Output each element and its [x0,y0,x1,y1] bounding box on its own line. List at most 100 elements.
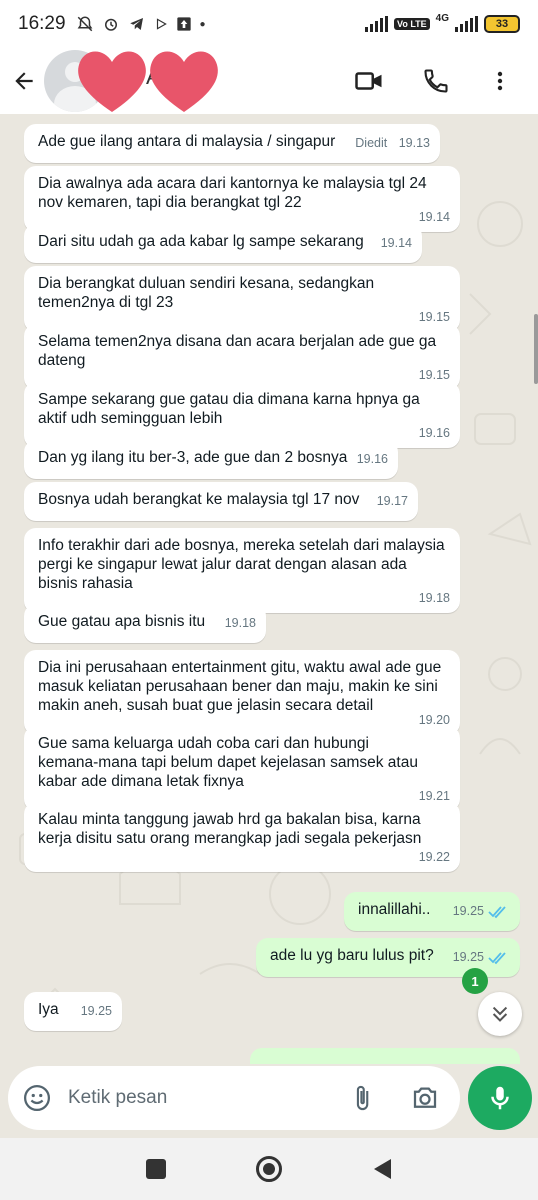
mute-bell-icon [77,16,92,32]
phone-icon[interactable] [422,67,450,95]
message-bubble[interactable]: Info terakhir dari ade bosnya, mereka se… [24,528,460,613]
message-bubble[interactable]: Dia berangkat duluan sendiri kesana, sed… [24,266,460,332]
dot-icon: ● [199,18,206,30]
message-text: Ade gue ilang antara di malaysia / singa… [38,133,336,150]
message-text: ade lu yg baru lulus pit? [270,947,434,964]
message-meta: 19.18 [225,614,256,633]
message-text: Selama temen2nya disana dan acara berjal… [38,333,437,369]
mic-icon [491,1086,509,1110]
upload-icon [176,17,191,31]
message-time: 19.18 [418,591,450,605]
message-text: Info terakhir dari ade bosnya, mereka se… [38,537,445,592]
camera-icon[interactable] [410,1083,440,1113]
message-bubble[interactable]: Dari situ udah ga ada kabar lg sampe sek… [24,224,422,263]
chat-area[interactable]: Ade gue ilang antara di malaysia / singa… [0,114,538,1064]
message-bubble[interactable]: Dia ini perusahaan entertainment gitu, w… [24,650,460,735]
scrollbar[interactable] [534,314,538,384]
message-input-box[interactable] [8,1066,460,1130]
volte-badge: Vo LTE [393,18,430,30]
home-button[interactable] [249,1149,289,1189]
square-icon [146,1159,167,1179]
status-bar: 16:29 ● Vo LTE 4G 33 [0,0,538,48]
message-text: innalillahi.. [358,901,431,918]
heart-stickers-icon [78,51,218,112]
read-ticks-icon [488,951,506,964]
message-bubble[interactable]: Dan yg ilang itu ber-3, ade gue dan 2 bo… [24,440,398,479]
telegram-icon [129,18,143,30]
message-time: 19.25 [452,950,484,964]
message-meta: 19.25 [81,1002,112,1021]
more-vert-icon[interactable] [488,67,512,95]
back-nav-button[interactable] [362,1149,402,1189]
recents-button[interactable] [136,1149,176,1189]
message-text: Gue sama keluarga udah coba cari dan hub… [38,735,418,790]
message-text: Gue gatau apa bisnis itu [38,613,206,630]
message-meta: Diedit 19.13 [355,134,430,153]
circle-icon [255,1156,282,1182]
unread-count-badge: 1 [462,968,488,994]
message-time: 19.22 [418,850,450,864]
message-time: 19.14 [380,236,412,250]
emoji-icon[interactable] [22,1083,52,1113]
triangle-back-icon [373,1159,391,1179]
back-arrow-icon [15,72,33,90]
message-bubble-outgoing[interactable]: innalillahi.. 19.25 [344,892,520,931]
message-text: Dan yg ilang itu ber-3, ade gue dan 2 bo… [38,449,348,466]
message-time: 19.14 [418,210,450,224]
message-bubble-outgoing-partial[interactable] [250,1048,520,1064]
message-bubble[interactable]: Selama temen2nya disana dan acara berjal… [24,324,460,390]
status-time: 16:29 [18,13,66,34]
message-time: 19.25 [452,904,484,918]
message-text: Iya [38,1001,59,1018]
status-right: Vo LTE 4G 33 [364,12,520,33]
message-bubble[interactable]: Gue gatau apa bisnis itu 19.18 [24,604,266,643]
alarm-icon [104,18,117,31]
input-actions [348,1083,446,1113]
message-text: Dia berangkat duluan sendiri kesana, sed… [38,275,375,311]
message-bubble[interactable]: Dia awalnya ada acara dari kantornya ke … [24,166,460,232]
message-bubble[interactable]: Gue sama keluarga udah coba cari dan hub… [24,726,460,811]
message-meta: 19.25 [453,948,510,967]
battery-icon: 33 [484,15,520,33]
message-bubble[interactable]: Iya 19.25 [24,992,122,1031]
scroll-to-bottom-button[interactable] [478,992,522,1036]
composer [0,1064,538,1138]
message-meta: 19.14 [381,234,412,253]
play-icon [156,18,167,30]
message-time: 19.18 [224,616,256,630]
message-meta: 19.16 [357,450,388,469]
double-chevron-down-icon [492,1006,508,1022]
message-time: 19.17 [376,494,408,508]
message-meta: 19.18 [419,589,450,608]
message-text: Dia ini perusahaan entertainment gitu, w… [38,659,442,714]
network-label: 4G [435,12,449,24]
message-time: 19.13 [398,136,430,150]
message-meta: 19.17 [377,492,408,511]
message-text: Dia awalnya ada acara dari kantornya ke … [38,175,427,211]
message-meta: 19.25 [453,902,510,921]
signal-icon-2 [455,16,478,32]
message-bubble[interactable]: Kalau minta tanggung jawab hrd ga bakala… [24,802,460,872]
edited-label: Diedit [355,136,388,150]
video-call-icon[interactable] [354,66,384,96]
message-bubble[interactable]: Ade gue ilang antara di malaysia / singa… [24,124,440,163]
system-nav-bar [0,1138,538,1200]
message-time: 19.25 [80,1004,112,1018]
message-time: 19.16 [418,426,450,440]
signal-icon [364,16,388,32]
message-meta: 19.16 [419,424,450,443]
message-input[interactable] [68,1087,318,1109]
message-text: Bosnya udah berangkat ke malaysia tgl 17… [38,491,360,508]
attach-icon[interactable] [348,1083,376,1113]
message-meta: 19.22 [419,848,450,867]
voice-message-button[interactable] [468,1066,532,1130]
message-bubble[interactable]: Bosnya udah berangkat ke malaysia tgl 17… [24,482,418,521]
message-time: 19.16 [356,452,388,466]
message-text: Kalau minta tanggung jawab hrd ga bakala… [38,811,422,847]
read-ticks-icon [488,905,506,918]
message-text: Dari situ udah ga ada kabar lg sampe sek… [38,233,364,250]
message-bubble[interactable]: Sampe sekarang gue gatau dia dimana karn… [24,382,460,448]
message-text: Sampe sekarang gue gatau dia dimana karn… [38,391,420,427]
back-button[interactable] [10,67,38,95]
notification-icons: ● [76,15,206,33]
